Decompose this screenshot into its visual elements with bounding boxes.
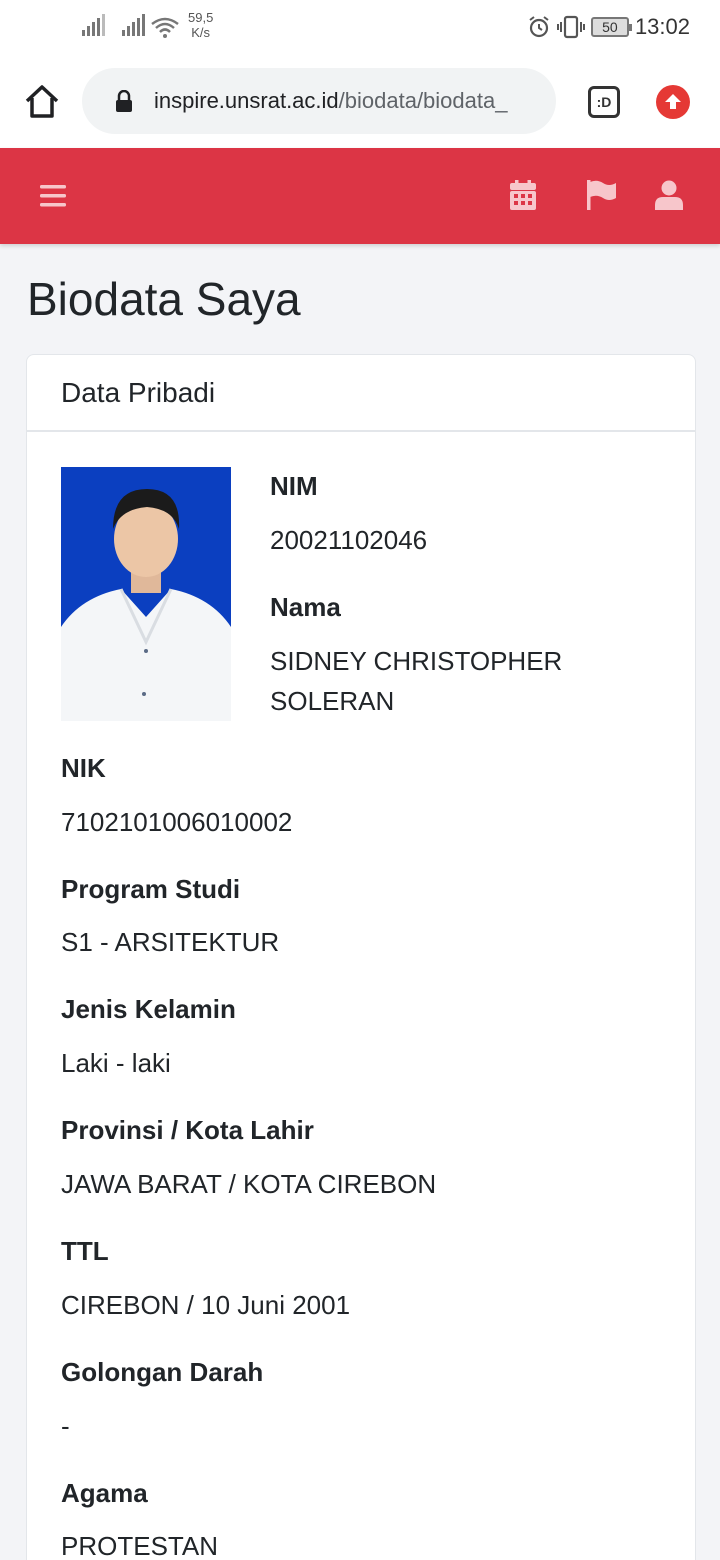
upload-button[interactable] — [656, 85, 690, 119]
calendar-icon — [510, 180, 536, 210]
browser-toolbar: inspire.unsrat.ac.id/biodata/biodata_ :D — [0, 56, 720, 148]
agama-label: Agama — [61, 1478, 148, 1508]
nim-label: NIM — [270, 471, 318, 501]
flag-icon — [587, 180, 616, 210]
status-right: 50 13:02 — [527, 14, 690, 40]
agama-value: PROTESTAN — [61, 1531, 218, 1560]
url-path: /biodata/biodata_ — [338, 88, 508, 113]
flag-button[interactable] — [584, 178, 620, 212]
nama-value-line2: SOLERAN — [270, 686, 395, 716]
network-speed-unit: K/s — [191, 25, 211, 40]
program-studi-label: Program Studi — [61, 874, 241, 904]
lock-icon — [116, 90, 132, 112]
battery-level: 50 — [602, 19, 618, 35]
profile-photo — [61, 467, 231, 721]
user-icon — [655, 180, 683, 210]
battery-icon: 50 — [590, 17, 632, 37]
url-domain: inspire.unsrat.ac.id — [154, 88, 339, 113]
app-navbar — [0, 148, 720, 244]
menu-icon — [40, 185, 66, 207]
status-bar: 59,5 K/s 50 13:02 — [0, 0, 720, 56]
ttl-label: TTL — [61, 1236, 109, 1266]
menu-button[interactable] — [36, 180, 70, 212]
user-button[interactable] — [652, 178, 686, 212]
vibrate-icon — [556, 15, 585, 39]
ttl-value: CIREBON / 10 Juni 2001 — [61, 1290, 351, 1320]
program-studi-value: S1 - ARSITEKTUR — [61, 927, 280, 957]
nik-value: 7102101006010002 — [61, 807, 293, 837]
signal-icon-2 — [122, 14, 145, 36]
calendar-button[interactable] — [506, 178, 540, 212]
provinsi-kota-lahir-label: Provinsi / Kota Lahir — [61, 1115, 314, 1145]
status-time: 13:02 — [634, 14, 690, 39]
nik-label: NIK — [61, 753, 106, 783]
alarm-icon — [529, 16, 549, 38]
nama-value-line1: SIDNEY CHRISTOPHER — [270, 646, 563, 676]
biodata-card: Data Pribadi NIM 20021102046 Nama SIDNEY… — [26, 354, 696, 1560]
golongan-darah-label: Golongan Darah — [61, 1357, 264, 1387]
network-speed-value: 59,5 — [188, 10, 214, 25]
golongan-darah-value: - — [61, 1411, 70, 1441]
url-text: inspire.unsrat.ac.id/biodata/biodata_ — [154, 88, 507, 114]
nim-value: 20021102046 — [270, 525, 428, 555]
network-speed: 59,5 K/s — [188, 10, 213, 40]
jenis-kelamin-value: Laki - laki — [61, 1048, 171, 1078]
tab-switcher-label: :D — [596, 94, 612, 110]
jenis-kelamin-label: Jenis Kelamin — [61, 994, 236, 1024]
home-icon[interactable] — [22, 82, 62, 122]
provinsi-kota-lahir-value: JAWA BARAT / KOTA CIREBON — [61, 1169, 437, 1199]
profile-photo-illustration — [61, 467, 231, 721]
page-title: Biodata Saya — [27, 273, 301, 325]
upload-arrow-icon — [665, 94, 681, 109]
signal-icon — [82, 14, 105, 36]
address-bar[interactable]: inspire.unsrat.ac.id/biodata/biodata_ — [82, 68, 556, 134]
card-header: Data Pribadi — [27, 355, 695, 432]
tab-switcher-button[interactable]: :D — [588, 86, 620, 118]
wifi-icon — [151, 17, 179, 38]
nama-label: Nama — [270, 592, 341, 622]
